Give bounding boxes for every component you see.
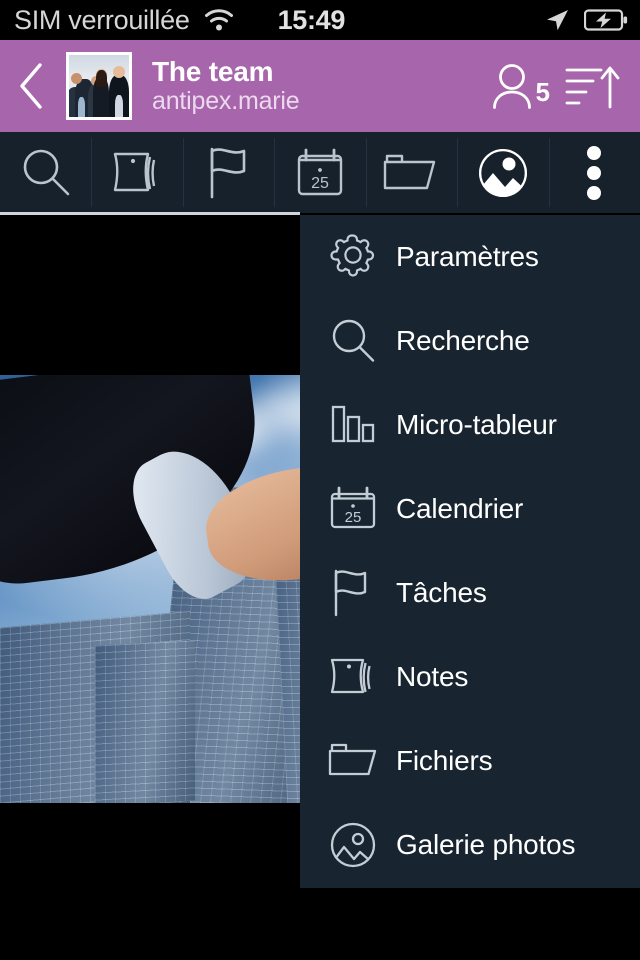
toolbar-item-tasks[interactable]: [182, 132, 274, 213]
bar-chart-icon: [322, 399, 384, 451]
toolbar-item-files[interactable]: [365, 132, 457, 213]
header-titles: The team antipex.marie: [152, 55, 300, 116]
overflow-menu: Paramètres Recherche Micro-tableur 25 Ca…: [300, 215, 640, 888]
flag-icon: [204, 145, 254, 201]
menu-item-calendrier[interactable]: 25 Calendrier: [300, 467, 640, 551]
menu-item-micro-tableur[interactable]: Micro-tableur: [300, 383, 640, 467]
search-icon: [322, 315, 384, 367]
menu-item-fichiers[interactable]: Fichiers: [300, 719, 640, 803]
menu-item-galerie-photos[interactable]: Galerie photos: [300, 803, 640, 887]
menu-item-label: Notes: [396, 661, 469, 692]
header-actions: 5: [491, 61, 622, 111]
members-count: 5: [535, 77, 550, 107]
clock-label: 15:49: [277, 4, 346, 35]
flag-icon: [322, 567, 384, 619]
app-header: The team antipex.marie 5: [0, 40, 640, 132]
notes-icon: [110, 148, 164, 198]
status-bar: SIM verrouillée 15:49: [0, 0, 640, 40]
person-icon: [491, 62, 535, 110]
page-title: The team: [152, 55, 274, 87]
menu-item-label: Paramètres: [396, 241, 539, 272]
toolbar-item-more[interactable]: [548, 132, 640, 213]
gear-icon: [322, 231, 384, 283]
gallery-icon: [475, 145, 531, 201]
sort-ascending-icon: [564, 61, 622, 111]
menu-item-label: Tâches: [396, 577, 487, 608]
carrier-label: SIM verrouillée: [14, 4, 190, 35]
module-toolbar: 25: [0, 132, 640, 213]
menu-item-label: Recherche: [396, 325, 530, 356]
members-button[interactable]: 5: [491, 62, 550, 110]
notes-icon: [322, 651, 384, 703]
menu-item-taches[interactable]: Tâches: [300, 551, 640, 635]
search-icon: [18, 145, 74, 201]
menu-item-label: Micro-tableur: [396, 409, 557, 440]
toolbar-item-calendar[interactable]: 25: [274, 132, 365, 213]
team-avatar-thumbnail: [69, 55, 129, 117]
folder-icon: [382, 149, 440, 197]
menu-item-recherche[interactable]: Recherche: [300, 299, 640, 383]
menu-item-parametres[interactable]: Paramètres: [300, 215, 640, 299]
menu-item-notes[interactable]: Notes: [300, 635, 640, 719]
status-right-group: [544, 7, 628, 33]
menu-item-label: Galerie photos: [396, 829, 576, 860]
folder-icon: [322, 735, 384, 787]
toolbar-item-notes[interactable]: [91, 132, 182, 213]
toolbar-item-gallery[interactable]: [457, 132, 548, 213]
back-chevron-icon: [16, 62, 46, 110]
avatar[interactable]: [66, 52, 132, 120]
location-arrow-icon: [544, 7, 570, 33]
calendar-day-number: 25: [345, 509, 362, 526]
svg-text:25: 25: [311, 175, 329, 192]
page-subtitle: antipex.marie: [152, 87, 300, 116]
menu-item-label: Calendrier: [396, 493, 524, 524]
sort-button[interactable]: [564, 61, 622, 111]
toolbar-item-search[interactable]: [0, 132, 91, 213]
gallery-icon: [322, 819, 384, 871]
battery-charging-icon: [584, 8, 628, 32]
app-root: SIM verrouillée 15:49 The team antipex.m…: [0, 0, 640, 960]
wifi-icon: [204, 8, 234, 32]
more-vertical-icon: [585, 144, 603, 202]
calendar-icon: 25: [293, 146, 347, 200]
calendar-icon: 25: [322, 483, 384, 535]
back-button[interactable]: [0, 40, 62, 132]
menu-item-label: Fichiers: [396, 745, 493, 776]
